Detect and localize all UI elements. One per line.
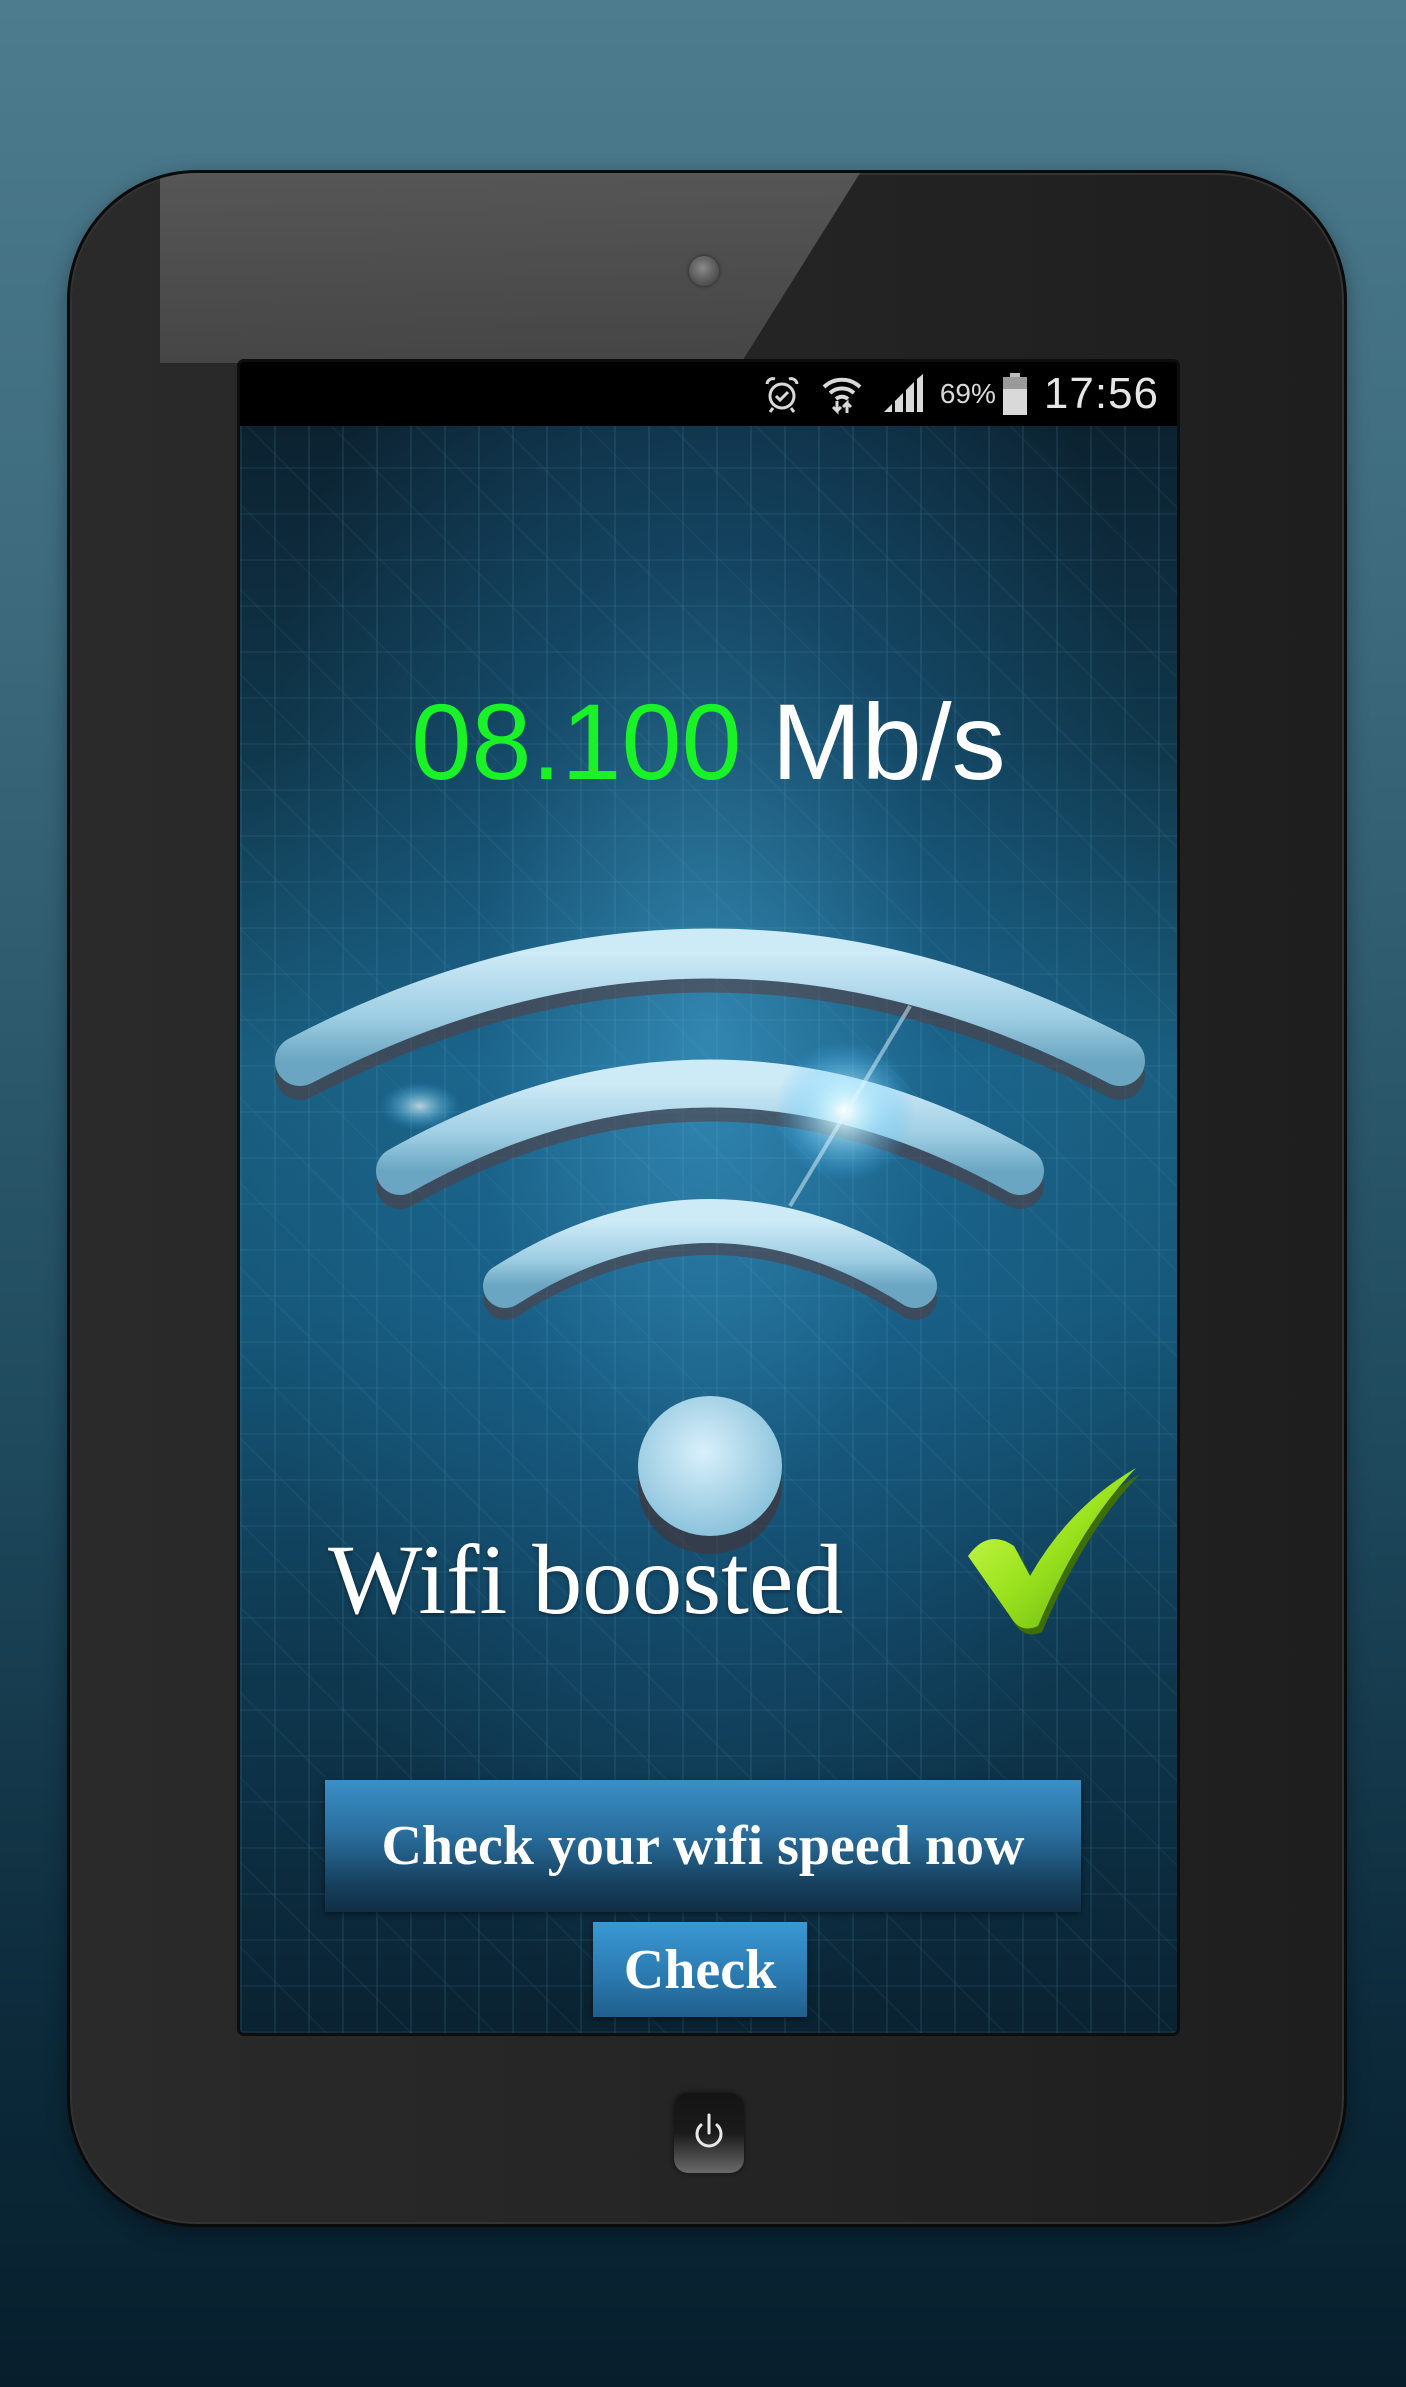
check-speed-button[interactable]: Check your wifi speed now	[325, 1780, 1081, 1912]
power-icon	[695, 2113, 723, 2148]
status-bar: 69% 17:56	[240, 362, 1177, 426]
wifi-dot	[638, 1396, 782, 1536]
alarm-icon	[762, 374, 802, 414]
app-content: 08.100 Mb/s Wifi boosted Check your wifi…	[240, 426, 1177, 2033]
power-button[interactable]	[674, 2093, 744, 2173]
signal-icon	[882, 374, 926, 414]
speed-readout: 08.100 Mb/s	[240, 688, 1177, 796]
frame-glare	[160, 173, 860, 363]
speed-unit: Mb/s	[771, 681, 1006, 802]
camera-icon	[689, 256, 719, 286]
wifi-data-icon	[820, 373, 864, 415]
status-message: Wifi boosted	[328, 1524, 844, 1635]
battery-percent: 69%	[939, 378, 996, 409]
clock: 17:56	[1043, 369, 1159, 418]
check-button[interactable]: Check	[593, 1922, 807, 2017]
device-screen: 69% 17:56 08.100 Mb/s Wifi boosted Check…	[240, 362, 1177, 2033]
speed-value: 08.100	[411, 681, 742, 802]
checkmark-icon	[968, 1468, 1140, 1635]
battery-icon	[1002, 373, 1028, 415]
